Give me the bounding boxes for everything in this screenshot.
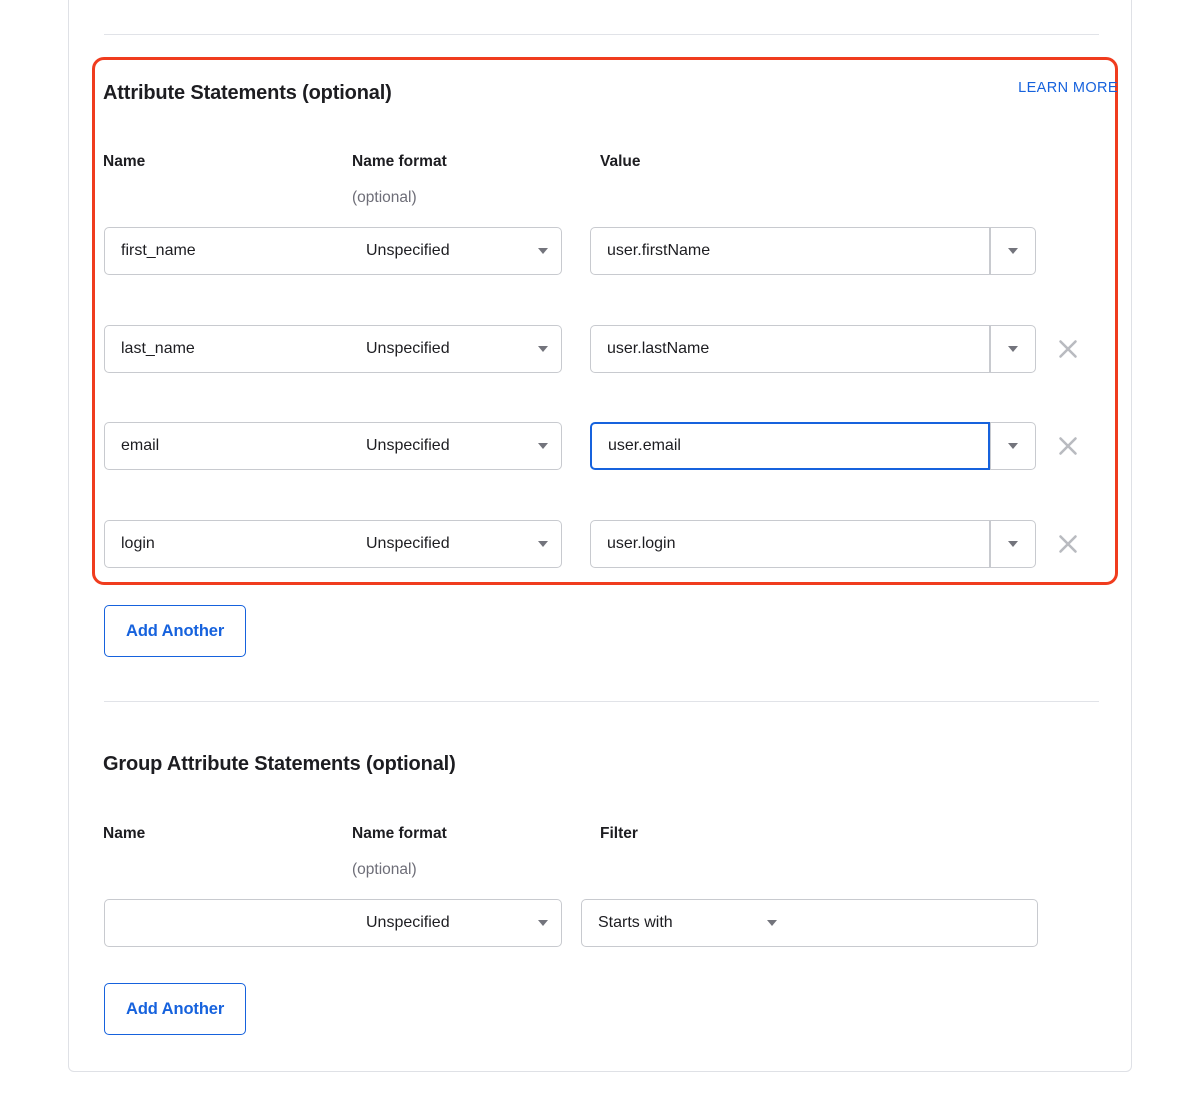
chevron-down-icon bbox=[538, 248, 548, 254]
attribute-value-input-0[interactable]: user.firstName bbox=[590, 227, 990, 275]
attr-column-header-name-format-optional: (optional) bbox=[352, 189, 417, 206]
group-name-input-0[interactable] bbox=[104, 899, 351, 947]
attribute-remove-button-1[interactable] bbox=[1055, 336, 1081, 362]
attribute-name-format-select-3-text: Unspecified bbox=[366, 535, 450, 552]
group-column-header-name-format: Name format bbox=[352, 825, 447, 842]
attribute-value-input-0-text: user.firstName bbox=[607, 242, 711, 259]
chevron-down-icon bbox=[538, 443, 548, 449]
attribute-name-input-3-text: login bbox=[121, 535, 155, 552]
group-column-header-name: Name bbox=[103, 825, 146, 842]
attribute-name-input-2[interactable]: email bbox=[104, 422, 351, 470]
chevron-down-icon bbox=[538, 346, 548, 352]
section-divider-top bbox=[104, 34, 1099, 35]
chevron-down-icon bbox=[1008, 248, 1018, 254]
chevron-down-icon bbox=[1008, 346, 1018, 352]
attribute-value-input-1[interactable]: user.lastName bbox=[590, 325, 990, 373]
group-filter-value-input-0[interactable] bbox=[790, 899, 1038, 947]
group-column-header-filter: Filter bbox=[600, 825, 638, 842]
attribute-statements-title: Attribute Statements (optional) bbox=[103, 82, 392, 104]
group-column-header-name-format-optional: (optional) bbox=[352, 861, 417, 878]
attribute-value-input-2-text: user.email bbox=[608, 437, 681, 454]
group-name-format-select-0[interactable]: Unspecified bbox=[350, 899, 562, 947]
chevron-down-icon bbox=[1008, 541, 1018, 547]
attribute-name-format-select-2[interactable]: Unspecified bbox=[350, 422, 562, 470]
attribute-remove-button-3[interactable] bbox=[1055, 531, 1081, 557]
attribute-remove-button-2[interactable] bbox=[1055, 433, 1081, 459]
attribute-name-input-1-text: last_name bbox=[121, 340, 195, 357]
learn-more-link[interactable]: LEARN MORE bbox=[1018, 80, 1118, 96]
group-attribute-statements-add-another-button[interactable]: Add Another bbox=[104, 983, 247, 1035]
attribute-name-format-select-2-text: Unspecified bbox=[366, 437, 450, 454]
attribute-value-input-1-text: user.lastName bbox=[607, 340, 710, 357]
group-name-format-select-0-text: Unspecified bbox=[366, 914, 450, 931]
attribute-value-input-3[interactable]: user.login bbox=[590, 520, 990, 568]
attribute-value-dropdown-button-1[interactable] bbox=[990, 325, 1036, 373]
attr-column-header-name-format: Name format bbox=[352, 153, 447, 170]
attribute-name-format-select-1-text: Unspecified bbox=[366, 340, 450, 357]
attr-column-header-value: Value bbox=[600, 153, 641, 170]
attribute-name-input-3[interactable]: login bbox=[104, 520, 351, 568]
attribute-value-input-2[interactable]: user.email bbox=[590, 422, 990, 470]
attribute-name-format-select-1[interactable]: Unspecified bbox=[350, 325, 562, 373]
chevron-down-icon bbox=[538, 920, 548, 926]
group-filter-type-select-0-text: Starts with bbox=[598, 914, 673, 931]
attribute-value-input-3-text: user.login bbox=[607, 535, 676, 552]
attribute-value-dropdown-button-0[interactable] bbox=[990, 227, 1036, 275]
attribute-name-format-select-0-text: Unspecified bbox=[366, 242, 450, 259]
chevron-down-icon bbox=[1008, 443, 1018, 449]
page-root: Attribute Statements (optional) LEARN MO… bbox=[0, 0, 1200, 1117]
section-divider-middle bbox=[104, 701, 1099, 702]
attribute-value-dropdown-button-3[interactable] bbox=[990, 520, 1036, 568]
attribute-statements-add-another-button[interactable]: Add Another bbox=[104, 605, 247, 657]
chevron-down-icon bbox=[538, 541, 548, 547]
group-filter-type-select-0[interactable]: Starts with bbox=[581, 899, 791, 947]
attribute-value-dropdown-button-2[interactable] bbox=[990, 422, 1036, 470]
group-attribute-statements-title: Group Attribute Statements (optional) bbox=[103, 753, 456, 775]
attribute-name-input-1[interactable]: last_name bbox=[104, 325, 351, 373]
attribute-name-input-0[interactable]: first_name bbox=[104, 227, 351, 275]
attribute-name-input-0-text: first_name bbox=[121, 242, 196, 259]
attr-column-header-name: Name bbox=[103, 153, 146, 170]
chevron-down-icon bbox=[767, 920, 777, 926]
attribute-name-input-2-text: email bbox=[121, 437, 160, 454]
attribute-name-format-select-3[interactable]: Unspecified bbox=[350, 520, 562, 568]
attribute-name-format-select-0[interactable]: Unspecified bbox=[350, 227, 562, 275]
